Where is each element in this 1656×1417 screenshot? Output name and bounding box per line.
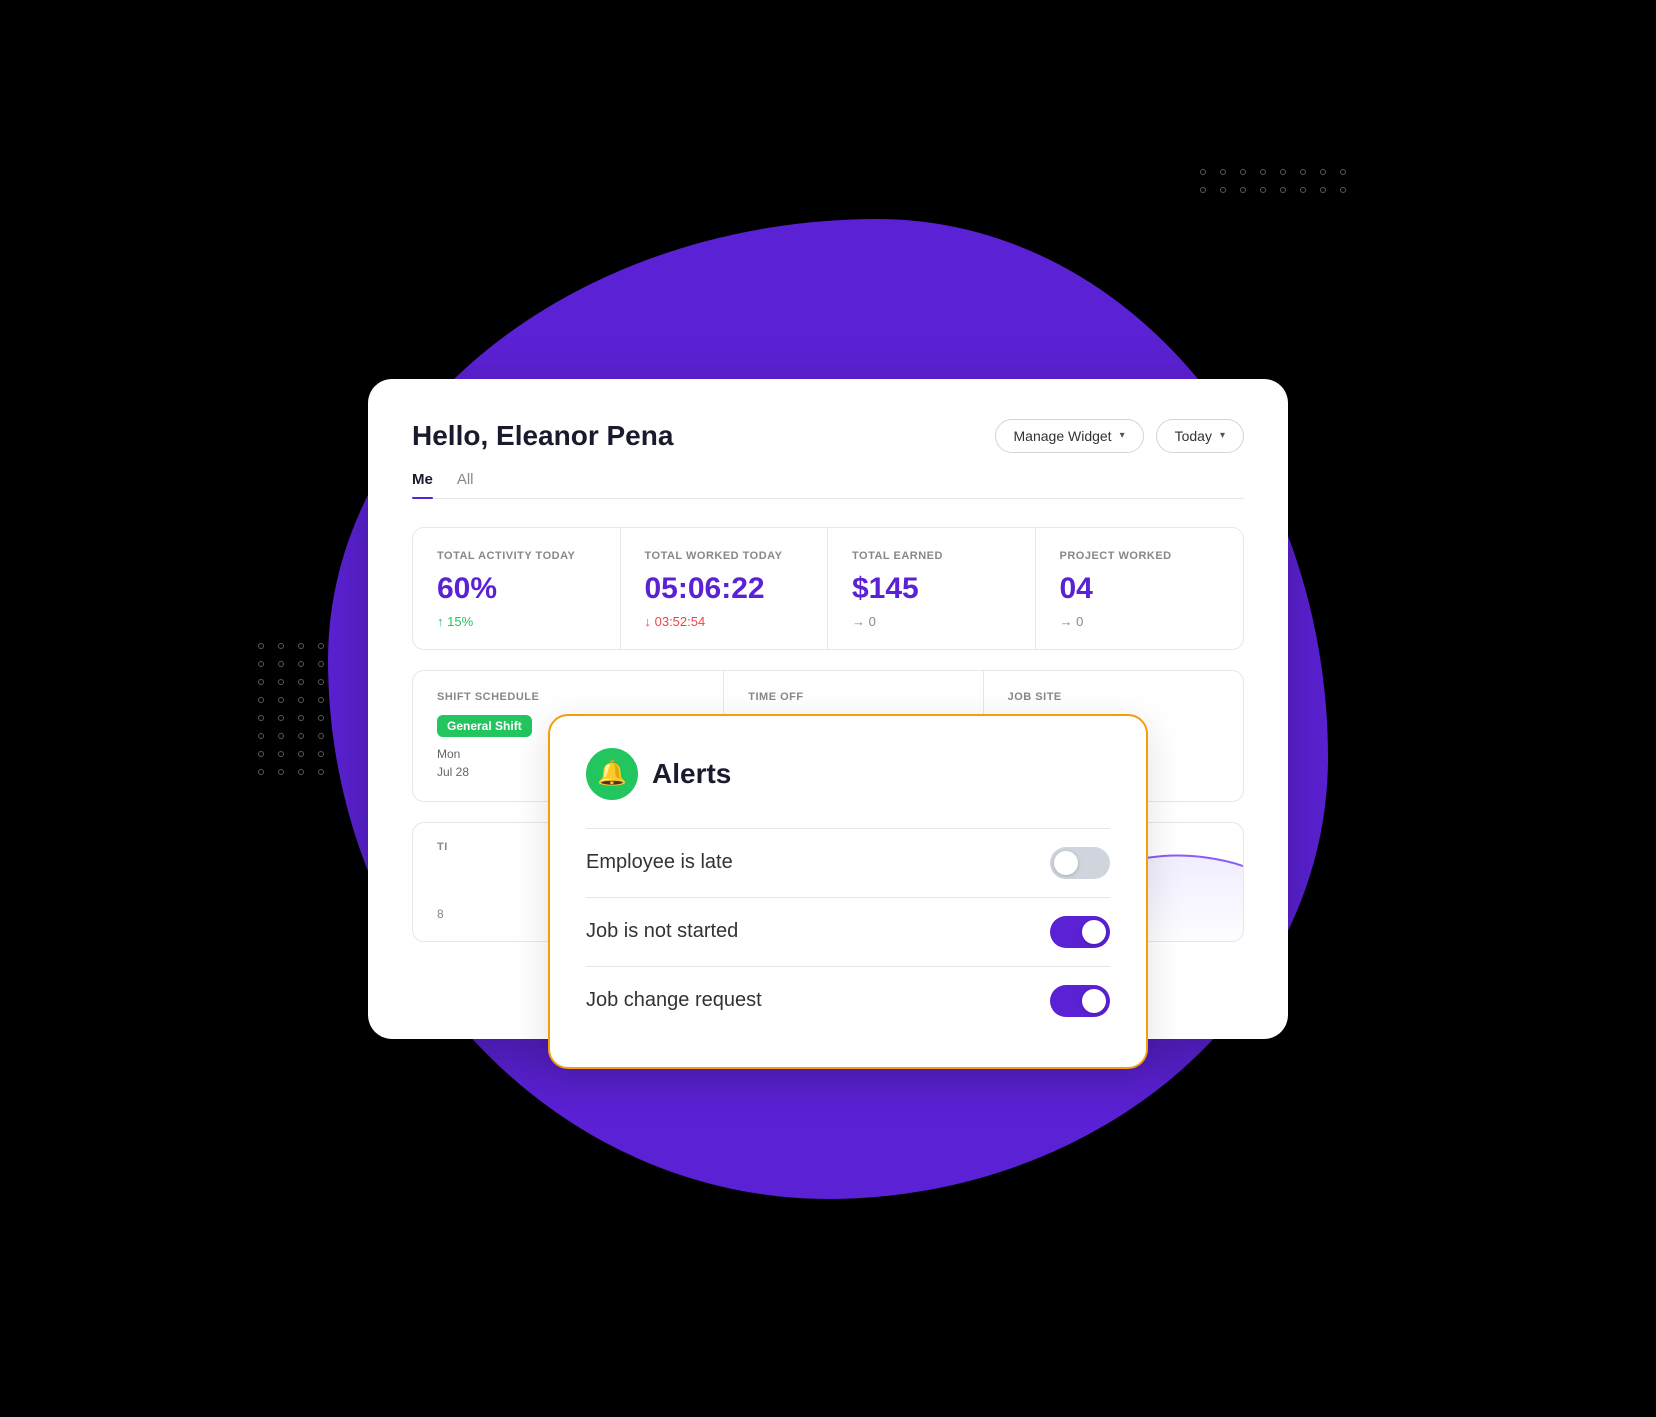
alert-job-not-started-text: Job is not started (586, 920, 738, 943)
stat-earned-value: $145 (852, 572, 1011, 606)
stat-activity-value: 60% (437, 572, 596, 606)
stat-activity-change: ↑ 15% (437, 614, 596, 629)
stat-project-label: PROJECT WORKED (1060, 550, 1220, 562)
stat-total-earned: TOTAL EARNED $145 → 0 (828, 528, 1036, 649)
alert-employee-late-text: Employee is late (586, 851, 733, 874)
alert-row-employee-late: Employee is late (586, 828, 1110, 897)
tabs: Me All (412, 471, 1244, 499)
stat-earned-label: TOTAL EARNED (852, 550, 1011, 562)
manage-widget-label: Manage Widget (1014, 428, 1112, 444)
alerts-title: Alerts (652, 758, 731, 790)
dashboard-card: Hello, Eleanor Pena Manage Widget ▾ Toda… (368, 379, 1288, 1039)
alert-job-change-text: Job change request (586, 989, 762, 1012)
tab-me[interactable]: Me (412, 471, 433, 498)
stat-project-worked: PROJECT WORKED 04 → 0 (1036, 528, 1244, 649)
tab-all[interactable]: All (457, 471, 474, 498)
alerts-header: 🔔 Alerts (586, 748, 1110, 800)
chart-y-label: 8 (437, 907, 444, 921)
greeting-text: Hello, Eleanor Pena (412, 420, 673, 452)
stats-grid: TOTAL ACTIVITY TODAY 60% ↑ 15% TOTAL WOR… (412, 527, 1244, 650)
alert-row-job-change: Job change request (586, 966, 1110, 1035)
stat-activity-label: TOTAL ACTIVITY TODAY (437, 550, 596, 562)
chevron-down-icon-2: ▾ (1220, 430, 1225, 441)
manage-widget-button[interactable]: Manage Widget ▾ (995, 419, 1144, 453)
stat-total-activity: TOTAL ACTIVITY TODAY 60% ↑ 15% (413, 528, 621, 649)
job-site-label: JOB SITE (1008, 691, 1219, 703)
header-actions: Manage Widget ▾ Today ▾ (995, 419, 1244, 453)
dot-grid-top-right (1200, 169, 1348, 193)
today-label: Today (1175, 428, 1212, 444)
stat-total-worked: TOTAL WORKED TODAY 05:06:22 ↓ 03:52:54 (621, 528, 829, 649)
toggle-slider-on-1 (1050, 916, 1110, 948)
alert-job-not-started-toggle[interactable] (1050, 916, 1110, 948)
stat-worked-change: ↓ 03:52:54 (645, 614, 804, 629)
stat-project-value: 04 (1060, 572, 1220, 606)
chevron-down-icon: ▾ (1120, 430, 1125, 441)
card-header: Hello, Eleanor Pena Manage Widget ▾ Toda… (412, 419, 1244, 453)
alert-employee-late-toggle[interactable] (1050, 847, 1110, 879)
time-off-label: TIME OFF (748, 691, 958, 703)
stat-worked-label: TOTAL WORKED TODAY (645, 550, 804, 562)
alert-job-change-toggle[interactable] (1050, 985, 1110, 1017)
alert-row-job-not-started: Job is not started (586, 897, 1110, 966)
stat-worked-value: 05:06:22 (645, 572, 804, 606)
toggle-slider-off (1050, 847, 1110, 879)
alerts-popup: 🔔 Alerts Employee is late Job is not sta… (548, 714, 1148, 1069)
bell-icon-circle: 🔔 (586, 748, 638, 800)
bell-icon: 🔔 (597, 759, 627, 788)
shift-label: SHIFT SCHEDULE (437, 691, 699, 703)
stat-project-change: → 0 (1060, 614, 1220, 629)
stat-earned-change: → 0 (852, 614, 1011, 629)
dot-grid-left (258, 643, 326, 775)
shift-badge: General Shift (437, 715, 532, 737)
today-button[interactable]: Today ▾ (1156, 419, 1244, 453)
toggle-slider-on-2 (1050, 985, 1110, 1017)
